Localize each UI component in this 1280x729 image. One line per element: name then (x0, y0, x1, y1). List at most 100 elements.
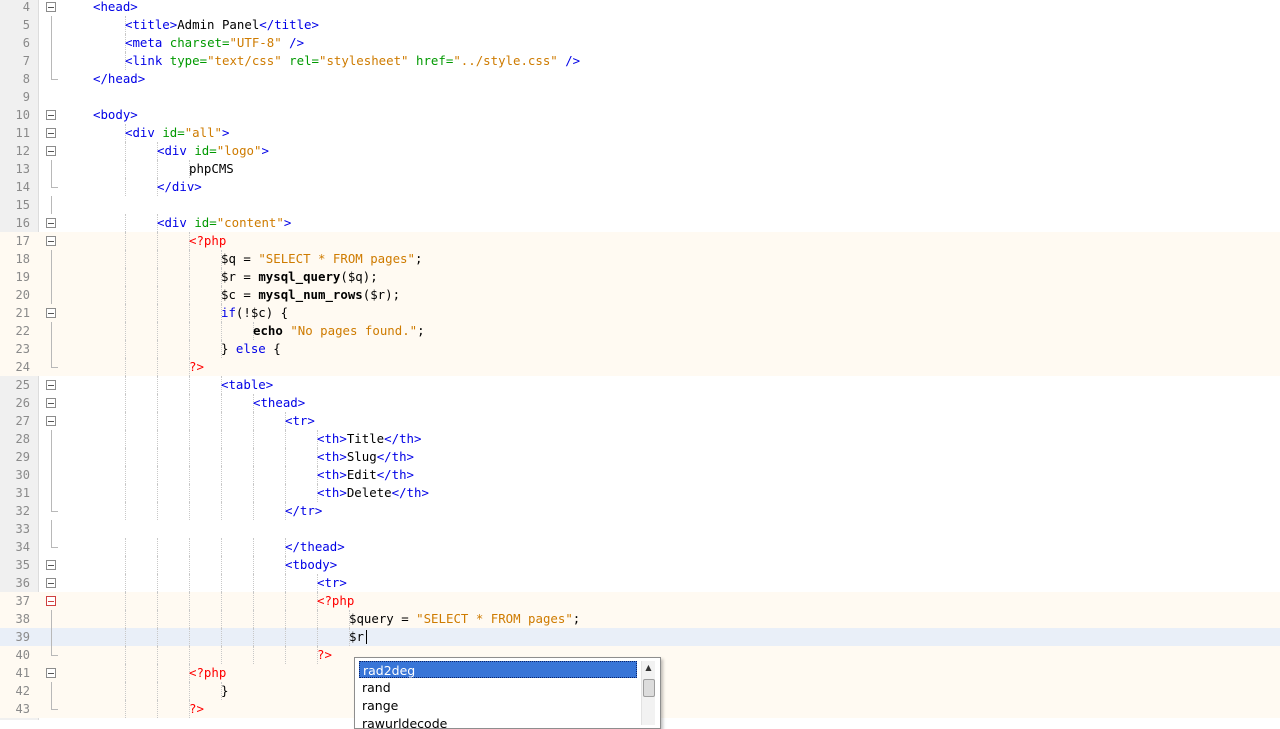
fold-collapse-icon[interactable] (46, 128, 56, 138)
code-text[interactable]: ?> (317, 646, 332, 664)
code-line[interactable]: 30 <th>Edit</th> (0, 466, 1280, 484)
code-line[interactable]: 12 <div id="logo"> (0, 142, 1280, 160)
autocomplete-popup[interactable]: rad2deg rand range rawurldecode ▲ (354, 657, 661, 729)
code-line[interactable]: 25 <table> (0, 376, 1280, 394)
code-text[interactable]: <?php (189, 232, 226, 250)
code-token: } (221, 683, 229, 698)
code-line[interactable]: 6 <meta charset="UTF-8" /> (0, 34, 1280, 52)
code-editor[interactable]: 4 <head> 5 <title>Admin Panel</title> 6 <meta… (0, 0, 1280, 729)
code-text[interactable]: if(!$c) { (221, 304, 288, 322)
fold-collapse-icon[interactable] (46, 110, 56, 120)
fold-collapse-icon[interactable] (46, 236, 56, 246)
code-text[interactable]: </tr> (285, 502, 322, 520)
fold-collapse-icon[interactable] (46, 560, 56, 570)
code-line[interactable]: 4 <head> (0, 0, 1280, 16)
code-text[interactable]: } (221, 682, 228, 700)
autocomplete-scrollbar[interactable]: ▲ (641, 661, 655, 725)
code-line[interactable]: 5 <title>Admin Panel</title> (0, 16, 1280, 34)
code-text[interactable]: <link type="text/css" rel="stylesheet" h… (125, 52, 580, 70)
code-line[interactable]: 17 <?php (0, 232, 1280, 250)
code-line[interactable]: 13 phpCMS (0, 160, 1280, 178)
fold-collapse-icon[interactable] (46, 218, 56, 228)
code-text[interactable]: <?php (317, 592, 354, 610)
code-line[interactable]: 19 $r = mysql_query($q); (0, 268, 1280, 286)
fold-collapse-icon[interactable] (46, 2, 56, 12)
code-text[interactable]: $query = "SELECT * FROM pages"; (349, 610, 580, 628)
code-text[interactable]: <head> (93, 0, 138, 16)
code-line[interactable]: 10 <body> (0, 106, 1280, 124)
code-text[interactable]: <table> (221, 376, 273, 394)
fold-collapse-icon[interactable] (46, 398, 56, 408)
code-line[interactable]: 37 <?php (0, 592, 1280, 610)
fold-collapse-icon[interactable] (46, 380, 56, 390)
code-token: ?> (189, 701, 204, 716)
code-text[interactable]: </thead> (285, 538, 345, 556)
code-text[interactable]: <meta charset="UTF-8" /> (125, 34, 304, 52)
code-line[interactable]: 16 <div id="content"> (0, 214, 1280, 232)
code-line[interactable]: 38 $query = "SELECT * FROM pages"; (0, 610, 1280, 628)
code-token: $r = (221, 269, 259, 284)
code-text[interactable]: </div> (157, 178, 202, 196)
fold-collapse-icon[interactable] (46, 578, 56, 588)
code-text[interactable]: <th>Title</th> (317, 430, 421, 448)
indent-guide (157, 286, 158, 304)
code-line[interactable]: 28 <th>Title</th> (0, 430, 1280, 448)
autocomplete-item-selected[interactable]: rad2deg (359, 661, 637, 678)
autocomplete-item[interactable]: range (359, 697, 637, 714)
code-line[interactable]: 23} else { (0, 340, 1280, 358)
code-line[interactable]: 21 if(!$c) { (0, 304, 1280, 322)
fold-collapse-icon[interactable] (46, 308, 56, 318)
code-text[interactable]: $c = mysql_num_rows($r); (221, 286, 400, 304)
code-line[interactable]: 18 $q = "SELECT * FROM pages"; (0, 250, 1280, 268)
code-line[interactable]: 11 <div id="all"> (0, 124, 1280, 142)
code-text[interactable]: <div id="content"> (157, 214, 291, 232)
code-line[interactable]: 32 </tr> (0, 502, 1280, 520)
code-line[interactable]: 22 echo "No pages found."; (0, 322, 1280, 340)
code-text[interactable]: <title>Admin Panel</title> (125, 16, 319, 34)
code-line[interactable]: 7 <link type="text/css" rel="stylesheet" … (0, 52, 1280, 70)
code-text[interactable]: <th>Delete</th> (317, 484, 429, 502)
code-text[interactable]: <tbody> (285, 556, 337, 574)
autocomplete-item[interactable]: rand (359, 679, 637, 696)
code-text[interactable]: $q = "SELECT * FROM pages"; (221, 250, 422, 268)
scroll-up-arrow-icon[interactable]: ▲ (642, 661, 655, 674)
code-text[interactable]: <thead> (253, 394, 305, 412)
code-line[interactable]: 24 ?> (0, 358, 1280, 376)
code-line[interactable]: 36 <tr> (0, 574, 1280, 592)
code-text[interactable]: <div id="logo"> (157, 142, 269, 160)
code-text[interactable]: </head> (93, 70, 145, 88)
code-line[interactable]: 29 <th>Slug</th> (0, 448, 1280, 466)
code-line[interactable]: 15 (0, 196, 1280, 214)
code-line[interactable]: 34 </thead> (0, 538, 1280, 556)
code-text[interactable]: <div id="all"> (125, 124, 229, 142)
code-text[interactable]: <?php (189, 664, 226, 682)
code-text[interactable]: <th>Edit</th> (317, 466, 414, 484)
code-line[interactable]: 35 <tbody> (0, 556, 1280, 574)
code-line[interactable]: 8 </head> (0, 70, 1280, 88)
code-text[interactable]: <tr> (285, 412, 315, 430)
code-text[interactable]: phpCMS (189, 160, 234, 178)
autocomplete-item[interactable]: rawurldecode (359, 715, 637, 728)
code-line[interactable]: 14 </div> (0, 178, 1280, 196)
code-text[interactable]: <tr> (317, 574, 347, 592)
code-text[interactable]: <body> (93, 106, 138, 124)
fold-collapse-icon[interactable] (46, 146, 56, 156)
scrollbar-thumb[interactable] (643, 679, 655, 697)
code-line[interactable]: 33 (0, 520, 1280, 538)
code-line[interactable]: 31 <th>Delete</th> (0, 484, 1280, 502)
code-text[interactable]: ?> (189, 700, 204, 718)
code-text[interactable]: echo "No pages found."; (253, 322, 425, 340)
code-line[interactable]: 9 (0, 88, 1280, 106)
code-line[interactable]: 27 <tr> (0, 412, 1280, 430)
code-text[interactable]: $r = mysql_query($q); (221, 268, 378, 286)
code-line[interactable]: 20 $c = mysql_num_rows($r); (0, 286, 1280, 304)
fold-collapse-icon[interactable] (46, 596, 56, 606)
fold-collapse-icon[interactable] (46, 668, 56, 678)
code-text[interactable]: <th>Slug</th> (317, 448, 414, 466)
code-text[interactable]: } else { (221, 340, 281, 358)
fold-collapse-icon[interactable] (46, 416, 56, 426)
code-text[interactable]: ?> (189, 358, 204, 376)
code-line-current[interactable]: 39 $r (0, 628, 1280, 646)
code-line[interactable]: 26 <thead> (0, 394, 1280, 412)
code-text[interactable]: $r (349, 628, 364, 646)
